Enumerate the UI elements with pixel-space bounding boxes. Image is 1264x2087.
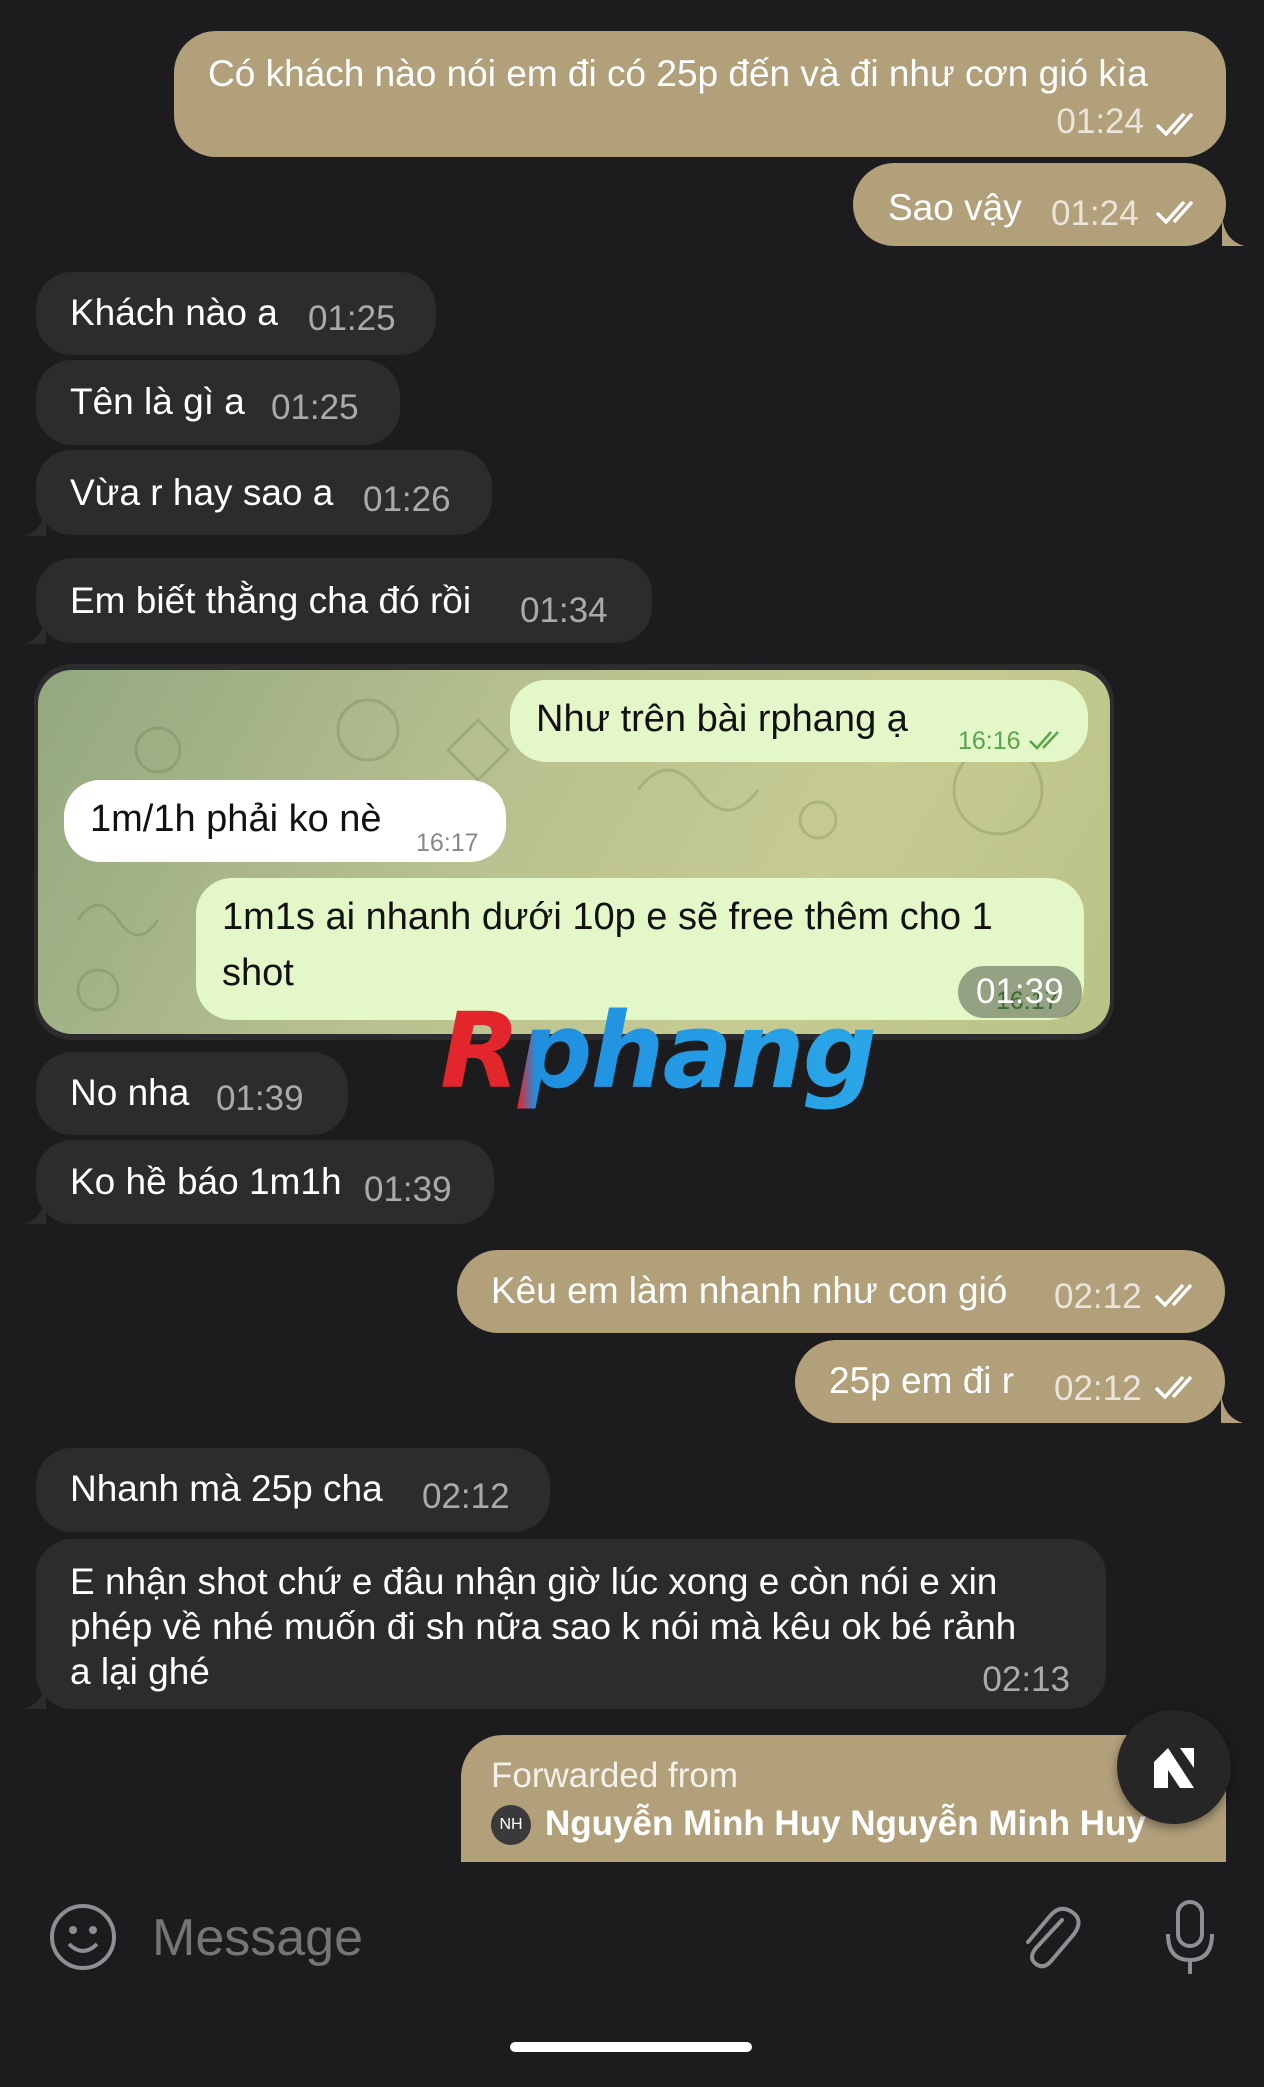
message-time: 01:26 bbox=[363, 480, 451, 519]
bubble-tail bbox=[24, 614, 46, 644]
screenshot-bubble: 1m/1h phải ko nè 16:17 bbox=[64, 780, 506, 862]
message-text: E nhận shot chứ e đâu nhận giờ lúc xong … bbox=[70, 1561, 998, 1602]
message-text: Vừa r hay sao a bbox=[70, 472, 334, 513]
message-time: 01:24 bbox=[1056, 102, 1144, 141]
bubble-tail bbox=[1222, 216, 1244, 246]
watermark-logo: Rphang bbox=[440, 990, 877, 1112]
message-time: 02:13 bbox=[982, 1660, 1070, 1699]
double-check-icon bbox=[1153, 1372, 1205, 1402]
message-text: Nhanh mà 25p cha bbox=[70, 1468, 383, 1509]
message-bubble[interactable]: Em biết thằng cha đó rồi 01:34 bbox=[36, 558, 652, 643]
forwarded-label: Forwarded from bbox=[491, 1756, 739, 1795]
message-time: 01:24 bbox=[1051, 194, 1139, 233]
forwarded-message[interactable]: Forwarded from NH Nguyễn Minh Huy Nguyễn… bbox=[461, 1735, 1226, 1862]
message-text: No nha bbox=[70, 1072, 190, 1113]
floating-action-button[interactable] bbox=[1117, 1710, 1231, 1824]
forwarded-sender[interactable]: Nguyễn Minh Huy Nguyễn Minh Huy bbox=[545, 1801, 1146, 1847]
screenshot-time: 16:17 bbox=[416, 829, 479, 857]
message-text: Sao vậy bbox=[888, 187, 1022, 228]
message-time: 02:12 bbox=[422, 1477, 510, 1516]
avatar-initials: NH bbox=[499, 1816, 523, 1833]
message-bubble[interactable]: 25p em đi r 02:12 bbox=[795, 1340, 1225, 1423]
message-text: Kêu em làm nhanh như con gió bbox=[491, 1270, 1008, 1311]
message-text: 25p em đi r bbox=[829, 1360, 1015, 1401]
message-time: 01:25 bbox=[271, 388, 359, 427]
message-input-bar bbox=[0, 1862, 1264, 2087]
chat-area[interactable]: Có khách nào nói em đi có 25p đến và đi … bbox=[0, 0, 1264, 1862]
double-check-icon bbox=[1153, 1280, 1205, 1310]
photo-time-overlay: 01:39 bbox=[958, 966, 1082, 1018]
message-text: Có khách nào nói em đi có 25p đến và đi … bbox=[208, 53, 1148, 94]
double-check-icon bbox=[1028, 716, 1068, 750]
message-text: Em biết thằng cha đó rồi bbox=[70, 580, 472, 621]
sender-avatar: NH bbox=[491, 1805, 531, 1845]
message-time: 02:12 bbox=[1054, 1369, 1142, 1408]
app-logo-icon bbox=[1150, 1744, 1198, 1790]
double-check-icon bbox=[1154, 109, 1206, 139]
bubble-tail bbox=[24, 506, 46, 536]
message-text: phép về nhé muốn đi sh nữa sao k nói mà … bbox=[70, 1606, 1017, 1647]
message-bubble[interactable]: No nha 01:39 bbox=[36, 1052, 348, 1135]
double-check-icon bbox=[1154, 197, 1206, 227]
message-bubble[interactable]: Sao vậy 01:24 bbox=[853, 163, 1226, 246]
message-time: 01:34 bbox=[520, 591, 608, 630]
message-bubble[interactable]: Nhanh mà 25p cha 02:12 bbox=[36, 1448, 550, 1532]
message-time: 01:25 bbox=[308, 299, 396, 338]
bubble-tail bbox=[24, 1194, 46, 1224]
message-bubble[interactable]: E nhận shot chứ e đâu nhận giờ lúc xong … bbox=[36, 1539, 1106, 1709]
message-bubble[interactable]: Kêu em làm nhanh như con gió 02:12 bbox=[457, 1250, 1225, 1333]
screenshot-text: shot bbox=[222, 952, 294, 994]
message-time: 02:12 bbox=[1054, 1277, 1142, 1316]
message-bubble[interactable]: Vừa r hay sao a 01:26 bbox=[36, 450, 492, 535]
message-time: 01:39 bbox=[216, 1079, 304, 1118]
message-bubble[interactable]: Khách nào a 01:25 bbox=[36, 272, 436, 355]
screenshot-text: 1m/1h phải ko nè bbox=[90, 798, 382, 840]
message-text: Ko hề báo 1m1h bbox=[70, 1161, 342, 1202]
message-bubble[interactable]: Có khách nào nói em đi có 25p đến và đi … bbox=[174, 31, 1226, 157]
bubble-tail bbox=[24, 1679, 46, 1709]
screenshot-bubble: Như trên bài rphang ạ 16:16 bbox=[510, 680, 1088, 762]
paperclip-icon[interactable] bbox=[1014, 1900, 1084, 1974]
photo-image[interactable]: Như trên bài rphang ạ 16:16 1m/1h phải k… bbox=[38, 670, 1110, 1034]
bubble-tail bbox=[1221, 1393, 1243, 1423]
message-text: Khách nào a bbox=[70, 292, 278, 333]
message-text: a lại ghé bbox=[70, 1651, 210, 1692]
message-bubble[interactable]: Tên là gì a 01:25 bbox=[36, 360, 400, 445]
message-time: 01:39 bbox=[364, 1170, 452, 1209]
message-text: Tên là gì a bbox=[70, 381, 245, 422]
emoji-icon[interactable] bbox=[48, 1902, 118, 1972]
screenshot-text: 1m1s ai nhanh dưới 10p e sẽ free thêm ch… bbox=[222, 896, 993, 938]
photo-time: 01:39 bbox=[976, 972, 1064, 1011]
message-bubble[interactable]: Ko hề báo 1m1h 01:39 bbox=[36, 1140, 494, 1224]
message-input[interactable] bbox=[150, 1904, 974, 1972]
home-indicator[interactable] bbox=[510, 2042, 752, 2052]
screenshot-text: Như trên bài rphang ạ bbox=[536, 698, 908, 740]
microphone-icon[interactable] bbox=[1160, 1898, 1220, 1978]
screenshot-time: 16:16 bbox=[958, 727, 1021, 755]
